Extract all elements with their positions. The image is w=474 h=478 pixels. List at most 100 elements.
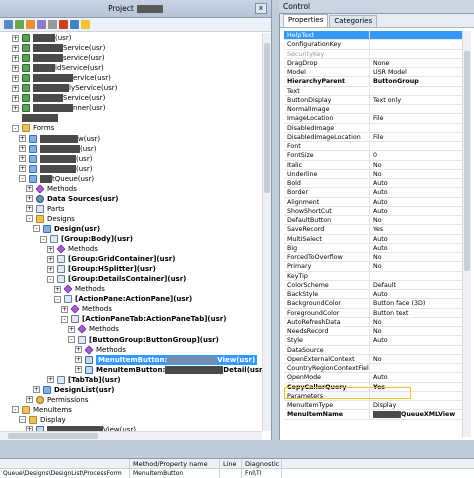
property-row[interactable]: Border Auto [284, 188, 466, 198]
property-value[interactable]: QueueXMLView [370, 410, 466, 418]
property-value[interactable]: Auto [370, 290, 466, 298]
tree-node[interactable]: + w(usr) [19, 134, 100, 144]
col-line[interactable]: Line [220, 459, 242, 468]
property-row[interactable]: CopyCallerQuery Yes [284, 382, 466, 392]
project-tree[interactable]: + (usr) + Service(usr) + service(usr) + ldServi… [0, 33, 262, 431]
property-grid[interactable]: HelpText ConfigurationKey SecurityKey DragD… [284, 31, 466, 420]
property-value[interactable]: Auto [370, 188, 466, 196]
property-value[interactable]: No [370, 161, 466, 169]
tree-node[interactable]: + [Group:GridContainer](usr) [47, 254, 175, 264]
tree-node[interactable]: - Design(usr) [33, 224, 100, 234]
property-row[interactable]: DataSource [284, 345, 466, 355]
property-row[interactable]: OpenMode Auto [284, 373, 466, 383]
expand-icon[interactable]: + [75, 356, 82, 364]
property-value[interactable]: No [370, 327, 466, 335]
expand-icon[interactable]: + [47, 265, 54, 273]
expand-icon[interactable]: + [12, 94, 19, 102]
tree-node[interactable]: + DesignList(usr) [33, 385, 115, 395]
expand-icon[interactable]: + [47, 245, 54, 253]
collapse-icon[interactable]: - [68, 336, 75, 343]
tree-node[interactable]: + (usr) [19, 144, 96, 154]
property-row[interactable]: OpenExternalContext No [284, 354, 466, 364]
expand-icon[interactable]: + [19, 155, 26, 163]
properties-vertical-scrollbar[interactable] [462, 31, 471, 437]
col-method[interactable]: Method/Property name [130, 459, 220, 468]
delete-icon[interactable] [59, 20, 68, 29]
property-row[interactable]: Model USR Model [284, 68, 466, 78]
property-row[interactable]: Parameters [284, 391, 466, 401]
property-row[interactable]: MenuItemName QueueXMLView [284, 410, 466, 420]
property-value[interactable]: 0 [370, 151, 466, 159]
property-value[interactable]: No [370, 253, 466, 261]
expand-icon[interactable]: + [26, 195, 33, 203]
tree-node[interactable]: + Methods [47, 244, 98, 254]
tree-node[interactable]: - [ActionPane:ActionPane](usr) [54, 294, 192, 304]
tree-node[interactable]: + ldService(usr) [12, 63, 104, 73]
property-value[interactable]: Button face (3D) [370, 299, 466, 307]
tree-node[interactable]: + Methods [75, 345, 126, 355]
property-value[interactable]: No [370, 262, 466, 270]
property-row[interactable]: Style Auto [284, 336, 466, 346]
property-value[interactable]: Auto [370, 244, 466, 252]
property-row[interactable]: ButtonDisplay Text only [284, 95, 466, 105]
tree-node[interactable]: + Methods [54, 284, 105, 294]
tree-node[interactable]: - [ButtonGroup:ButtonGroup](usr) [68, 335, 219, 345]
property-value[interactable]: Yes [370, 383, 466, 391]
property-row[interactable]: FontSize 0 [284, 151, 466, 161]
property-value[interactable]: No [370, 170, 466, 178]
property-row[interactable]: AutoRefreshData No [284, 317, 466, 327]
expand-icon[interactable]: + [47, 255, 54, 263]
property-row[interactable]: ColorScheme Default [284, 280, 466, 290]
tree-node[interactable]: - [Group:DetailsContainer](usr) [47, 274, 186, 284]
expand-icon[interactable]: + [75, 346, 82, 354]
property-value[interactable] [370, 105, 466, 113]
tree-node[interactable]: + Methods [68, 324, 119, 334]
expand-icon[interactable]: + [19, 165, 26, 173]
property-value[interactable]: Button text [370, 309, 466, 317]
tree-node[interactable]: + [Group:HSplitter](usr) [47, 264, 156, 274]
property-value[interactable] [370, 364, 466, 372]
import-icon[interactable] [70, 20, 79, 29]
property-value[interactable]: ButtonGroup [370, 77, 466, 85]
new-icon[interactable] [4, 20, 13, 29]
project-vertical-scrollbar[interactable] [262, 33, 271, 431]
project-horizontal-scrollbar[interactable] [0, 431, 262, 440]
tab-categories[interactable]: Categories [329, 15, 378, 27]
expand-icon[interactable]: + [12, 34, 19, 42]
property-row[interactable]: Primary No [284, 262, 466, 272]
tree-node[interactable]: - Designs [26, 214, 75, 224]
tree-node[interactable]: + lyService(usr) [12, 83, 117, 93]
collapse-icon[interactable]: - [19, 416, 26, 424]
property-value[interactable]: File [370, 133, 466, 141]
collapse-icon[interactable]: - [33, 225, 40, 233]
property-row[interactable]: NormalImage [284, 105, 466, 115]
property-value[interactable] [370, 346, 466, 354]
expand-icon[interactable]: + [19, 145, 26, 153]
property-value[interactable]: File [370, 114, 466, 122]
property-value[interactable] [370, 50, 466, 58]
save-icon[interactable] [26, 20, 35, 29]
expand-icon[interactable]: + [47, 376, 54, 384]
expand-icon[interactable]: + [12, 84, 19, 92]
collapse-icon[interactable]: - [12, 124, 19, 132]
expand-icon[interactable]: + [26, 205, 33, 213]
tree-node[interactable]: + service(usr) [12, 53, 105, 63]
property-value[interactable] [370, 40, 466, 48]
tree-node[interactable]: + Service(usr) [12, 93, 105, 103]
property-row[interactable]: Big Auto [284, 243, 466, 253]
property-row[interactable]: MenuItemType Display [284, 401, 466, 411]
expand-icon[interactable]: + [19, 135, 26, 142]
collapse-icon[interactable]: - [47, 275, 54, 283]
property-value[interactable]: USR Model [370, 68, 466, 76]
property-value[interactable] [370, 124, 466, 132]
tree-node[interactable]: + ervice(usr) [12, 73, 111, 83]
property-row[interactable]: CountryRegionContextField [284, 364, 466, 374]
property-row[interactable]: DisabledImage [284, 123, 466, 133]
expand-icon[interactable]: + [61, 305, 68, 313]
property-row[interactable]: DisabledImageLocation File [284, 132, 466, 142]
property-row[interactable]: SecurityKey [284, 49, 466, 59]
tab-properties[interactable]: Properties [283, 14, 329, 27]
tree-node[interactable]: + Data Sources(usr) [26, 194, 118, 204]
collapse-icon[interactable]: - [40, 235, 47, 243]
property-value[interactable] [370, 392, 466, 400]
